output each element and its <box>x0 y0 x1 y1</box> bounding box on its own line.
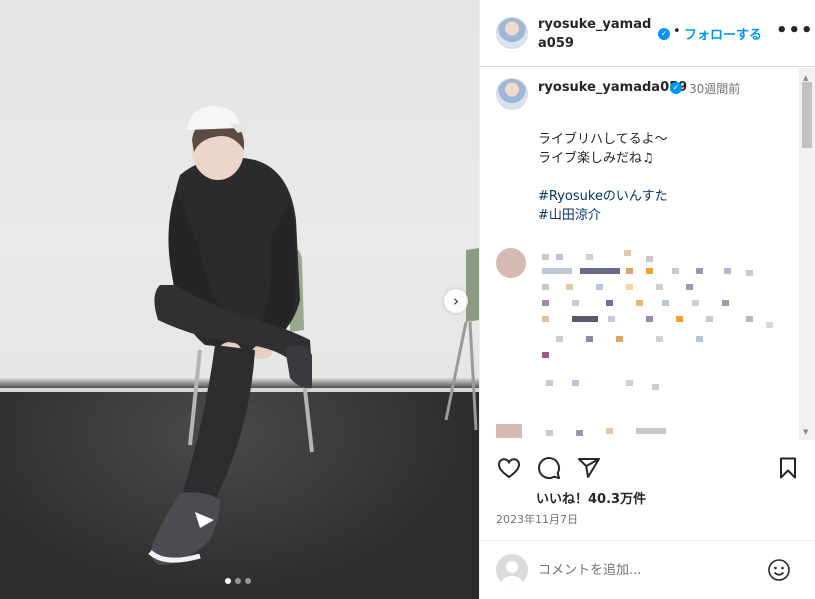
post-time-ago[interactable]: 30週間前 <box>689 80 740 97</box>
post-caption: ライブリハしてるよ〜 ライブ楽しみだね♫ #Ryosukeのいんすた #山田涼介 <box>538 130 668 225</box>
carousel-next-button[interactable]: › <box>444 289 468 313</box>
more-options-icon[interactable]: ••• <box>776 20 814 41</box>
post-actions <box>480 452 815 484</box>
carousel-dot <box>235 578 241 584</box>
scrollbar-thumb[interactable] <box>802 82 812 148</box>
comment-bubble-icon[interactable] <box>537 456 561 480</box>
carousel-dots <box>225 578 251 584</box>
seated-person-figure <box>148 106 479 565</box>
hashtag-link[interactable]: #山田涼介 <box>538 206 668 225</box>
comments-scrollbar[interactable]: ▲ ▼ <box>799 68 815 440</box>
caption-username[interactable]: ryosuke_yamada059 <box>538 80 687 95</box>
post-header: ryosuke_yamada059 ✓ • フォローする ••• <box>480 0 815 67</box>
default-avatar-icon <box>501 561 523 586</box>
caption-avatar[interactable] <box>496 78 528 110</box>
comments-section[interactable]: ryosuke_yamada059 ✓ 30週間前 ライブリハしてるよ〜 ライブ… <box>480 68 815 440</box>
carousel-dot <box>245 578 251 584</box>
chevron-right-icon: › <box>453 292 459 310</box>
like-count[interactable]: いいね！40.3万件 <box>536 488 646 507</box>
carousel-dot <box>225 578 231 584</box>
post-photo[interactable]: › <box>0 0 479 599</box>
hashtag-link[interactable]: #Ryosukeのいんすた <box>538 187 668 206</box>
follow-button[interactable]: フォローする <box>684 24 762 43</box>
add-comment-bar <box>480 540 815 599</box>
comment-input[interactable] <box>538 559 758 581</box>
scroll-up-arrow-icon[interactable]: ▲ <box>803 74 808 82</box>
scroll-down-arrow-icon[interactable]: ▼ <box>803 428 808 436</box>
redacted-comment <box>496 244 786 440</box>
smiley-icon[interactable] <box>767 558 791 582</box>
bookmark-icon[interactable] <box>776 456 800 480</box>
post-date[interactable]: 2023年11月7日 <box>496 511 578 527</box>
verified-badge-icon: ✓ <box>658 28 670 40</box>
avatar[interactable] <box>496 17 528 49</box>
paper-plane-icon[interactable] <box>577 456 601 480</box>
dot-separator: • <box>673 24 681 39</box>
heart-icon[interactable] <box>497 456 521 480</box>
verified-badge-icon: ✓ <box>670 82 682 94</box>
caption-line: ライブ楽しみだね♫ <box>538 151 654 166</box>
header-username[interactable]: ryosuke_yamada059 <box>538 15 658 53</box>
post-detail-panel: ryosuke_yamada059 ✓ • フォローする ••• ryosuke… <box>479 0 815 599</box>
caption-line: ライブリハしてるよ〜 <box>538 132 668 147</box>
current-user-avatar <box>496 554 528 586</box>
